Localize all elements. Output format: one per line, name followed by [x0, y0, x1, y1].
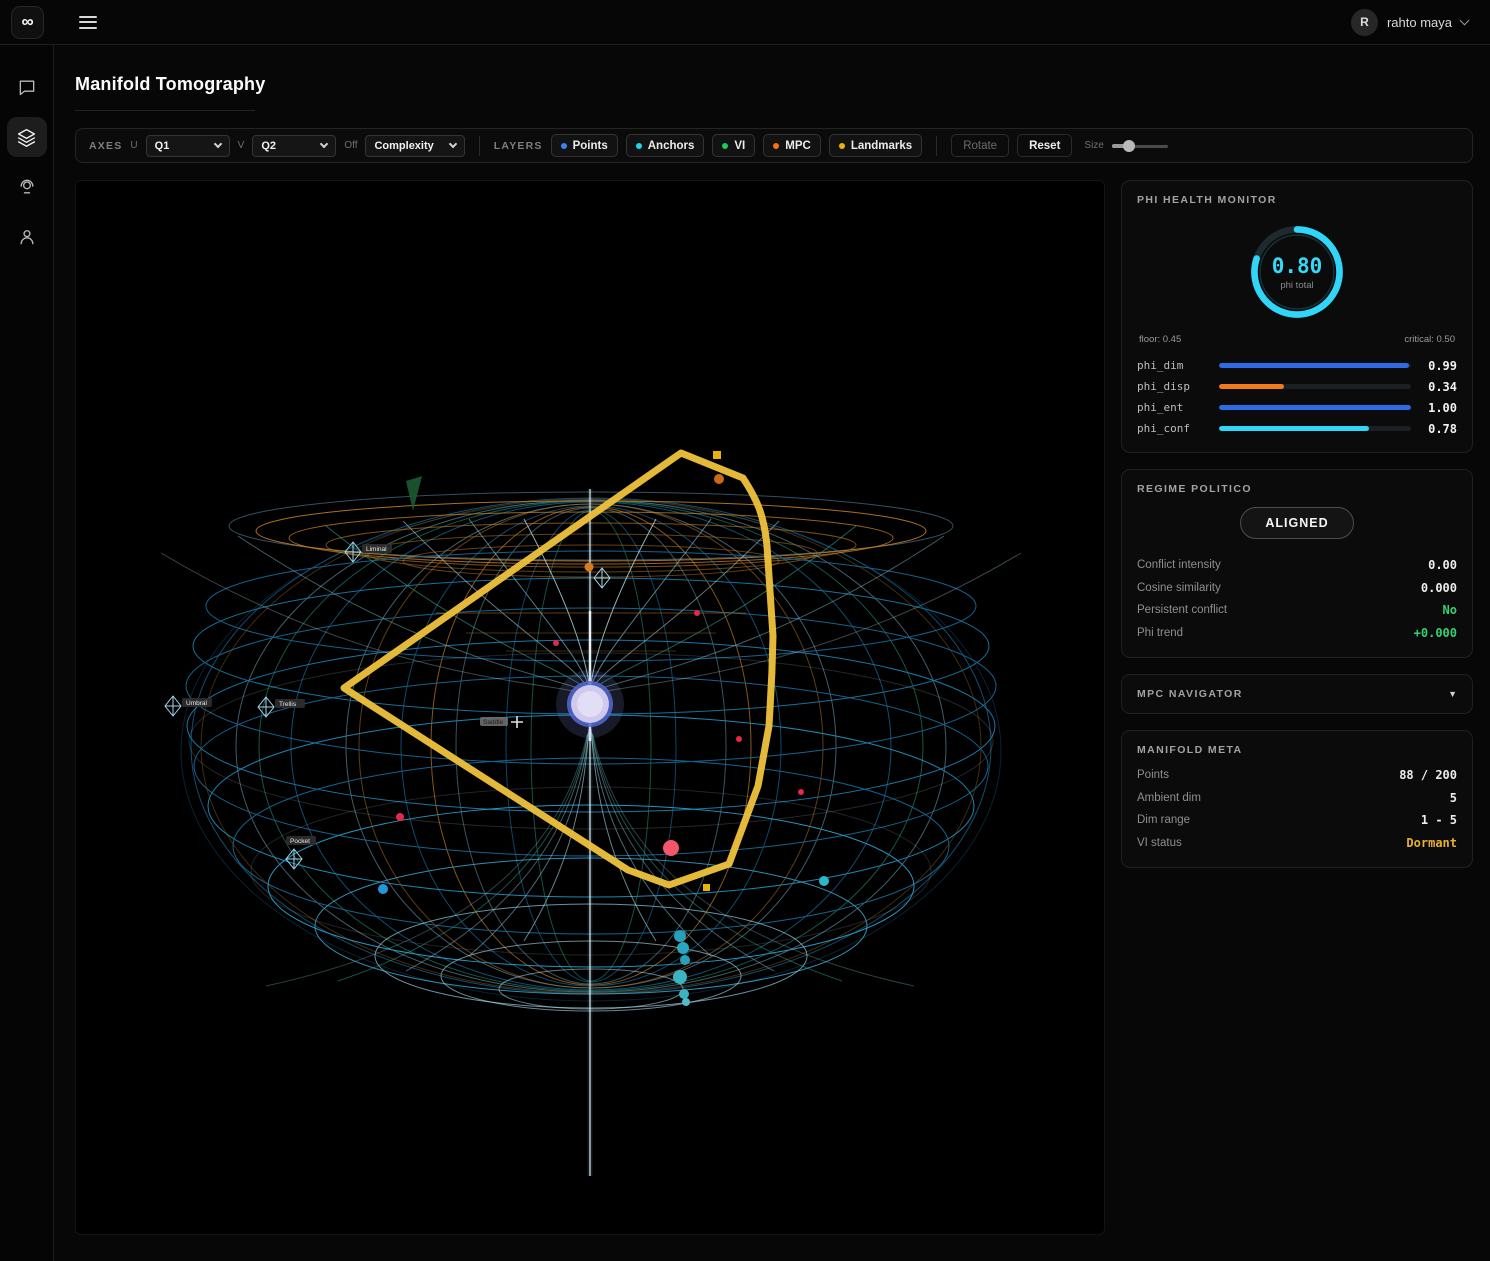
- landmark-center: [594, 568, 610, 588]
- hamburger-menu-icon[interactable]: [79, 16, 97, 29]
- regime-panel-title: REGIME POLITICO: [1137, 483, 1457, 495]
- manifold-meta-panel: MANIFOLD META Points 88 / 200 Ambient di…: [1121, 730, 1473, 868]
- main-content: Manifold Tomography AXES U Q1 V Q2 Off C…: [54, 45, 1490, 1261]
- app-logo[interactable]: ∞: [11, 6, 44, 39]
- user-name: rahto maya: [1387, 15, 1452, 30]
- phi-metric-row: phi_conf 0.78: [1137, 418, 1457, 439]
- off-axis-select[interactable]: Complexity: [365, 135, 464, 157]
- toolbar-divider: [479, 136, 480, 156]
- size-label: Size: [1084, 140, 1103, 151]
- layer-toggle-mpc[interactable]: MPC: [763, 134, 821, 157]
- phi-metric-row: phi_dim 0.99: [1137, 355, 1457, 376]
- u-axis-select[interactable]: Q1: [146, 135, 230, 157]
- phi-floor-label: floor: 0.45: [1139, 334, 1181, 345]
- reset-button[interactable]: Reset: [1017, 134, 1072, 157]
- headset-user-icon: [17, 177, 37, 197]
- phi-gauge: 0.80 phi total: [1245, 220, 1349, 324]
- title-divider: [75, 110, 255, 111]
- viz-toolbar: AXES U Q1 V Q2 Off Complexity LAYERS Poi…: [75, 128, 1473, 163]
- landmarks-dot-icon: [839, 143, 845, 149]
- sidebar-item-chat[interactable]: [7, 67, 47, 107]
- torus-wireframe: Liminal Umbral Trellis: [76, 181, 1105, 1235]
- page-title: Manifold Tomography: [75, 74, 1473, 95]
- sidebar-item-layers[interactable]: [7, 117, 47, 157]
- regime-row: Phi trend +0.000: [1137, 622, 1457, 645]
- left-sidebar: [0, 45, 54, 1261]
- v-axis-label: V: [238, 140, 245, 151]
- infinity-icon: ∞: [21, 12, 33, 32]
- top-bar: ∞ R rahto maya: [0, 0, 1490, 45]
- svg-text:Umbral: Umbral: [186, 700, 208, 707]
- layer-toggle-landmarks[interactable]: Landmarks: [829, 134, 922, 157]
- chevron-down-icon: [449, 140, 457, 148]
- center-sphere: [556, 670, 624, 738]
- avatar: R: [1351, 9, 1378, 36]
- chat-icon: [17, 77, 37, 97]
- layer-toggle-vi[interactable]: VI: [712, 134, 755, 157]
- landmark-pocket: Pocket: [286, 836, 316, 869]
- toolbar-divider: [936, 136, 937, 156]
- layers-icon: [16, 127, 37, 148]
- regime-row: Cosine similarity 0.000: [1137, 577, 1457, 600]
- rotate-button[interactable]: Rotate: [951, 134, 1009, 157]
- svg-text:Pocket: Pocket: [290, 838, 310, 845]
- meta-row: Points 88 / 200: [1137, 764, 1457, 787]
- meta-panel-title: MANIFOLD META: [1137, 744, 1457, 756]
- sidebar-item-support[interactable]: [7, 167, 47, 207]
- svg-text:Saddle: Saddle: [483, 719, 504, 726]
- size-slider-thumb[interactable]: [1123, 140, 1135, 152]
- meta-row: Ambient dim 5: [1137, 787, 1457, 810]
- meta-row: Dim range 1 - 5: [1137, 809, 1457, 832]
- regime-politico-panel: REGIME POLITICO ALIGNED Conflict intensi…: [1121, 469, 1473, 658]
- manifold-canvas[interactable]: Liminal Umbral Trellis: [75, 180, 1105, 1235]
- mpc-dot-icon: [773, 143, 779, 149]
- regime-row: Conflict intensity 0.00: [1137, 554, 1457, 577]
- phi-health-panel: PHI HEALTH MONITOR 0.80 phi total: [1121, 180, 1473, 453]
- layer-toggle-anchors[interactable]: Anchors: [626, 134, 705, 157]
- chevron-down-icon: [1460, 16, 1470, 26]
- phi-critical-label: critical: 0.50: [1404, 334, 1455, 345]
- phi-total-value: 0.80: [1272, 254, 1323, 278]
- mpc-path: [344, 453, 773, 885]
- svg-text:Liminal: Liminal: [366, 546, 387, 553]
- phi-panel-title: PHI HEALTH MONITOR: [1137, 194, 1457, 206]
- user-menu[interactable]: R rahto maya: [1351, 9, 1468, 36]
- meta-row: VI status Dormant: [1137, 832, 1457, 855]
- user-icon: [17, 227, 37, 247]
- phi-metric-row: phi_ent 1.00: [1137, 397, 1457, 418]
- regime-row: Persistent conflict No: [1137, 599, 1457, 622]
- v-axis-select[interactable]: Q2: [252, 135, 336, 157]
- regime-status-badge: ALIGNED: [1240, 507, 1353, 539]
- chevron-down-icon: [213, 140, 221, 148]
- landmark-saddle: Saddle: [480, 716, 523, 728]
- collapse-triangle-icon: ▼: [1448, 689, 1457, 699]
- u-axis-label: U: [130, 140, 137, 151]
- svg-text:Trellis: Trellis: [279, 701, 297, 708]
- mpc-navigator-panel: MPC NAVIGATOR ▼: [1121, 674, 1473, 714]
- size-slider[interactable]: [1112, 140, 1168, 152]
- chevron-down-icon: [320, 140, 328, 148]
- sidebar-item-user[interactable]: [7, 217, 47, 257]
- vi-dot-icon: [722, 143, 728, 149]
- layers-label: LAYERS: [494, 140, 543, 152]
- points-dot-icon: [561, 143, 567, 149]
- layer-toggle-points[interactable]: Points: [551, 134, 618, 157]
- anchors-dot-icon: [636, 143, 642, 149]
- mpc-navigator-header[interactable]: MPC NAVIGATOR ▼: [1137, 688, 1457, 700]
- phi-total-label: phi total: [1280, 280, 1313, 291]
- axes-label: AXES: [89, 140, 122, 152]
- phi-metric-row: phi_disp 0.34: [1137, 376, 1457, 397]
- off-axis-label: Off: [344, 140, 357, 151]
- right-column: PHI HEALTH MONITOR 0.80 phi total: [1121, 180, 1473, 1235]
